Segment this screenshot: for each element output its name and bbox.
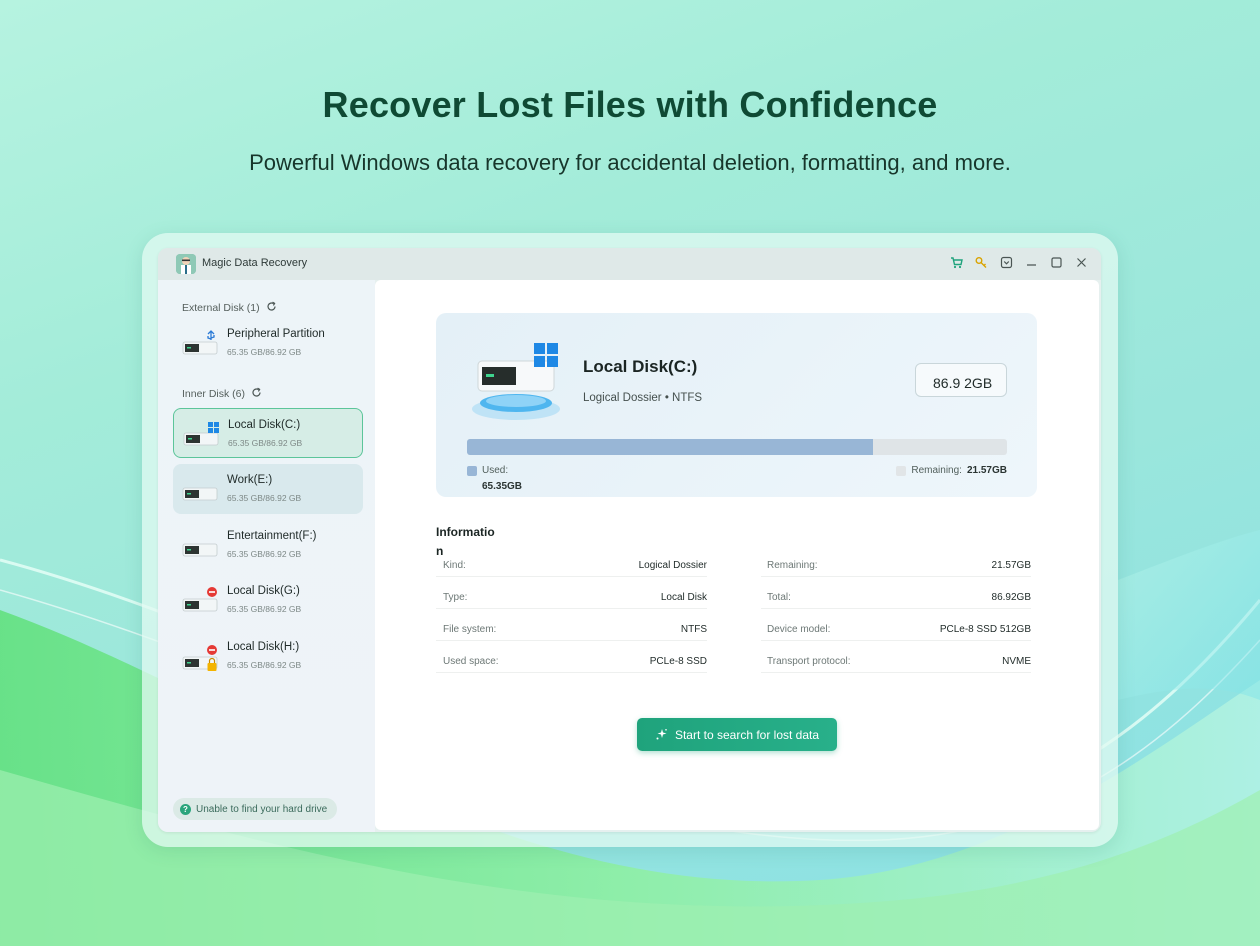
info-key: Remaining: [767,560,818,571]
info-key: Total: [767,592,791,603]
external-disk-label: External Disk (1) [182,301,277,315]
cart-icon[interactable] [949,255,964,270]
remaining-legend: Remaining: 21.57GB [896,465,1007,476]
info-cell: Transport protocol: NVME [761,650,1031,673]
remaining-value: 21.57GB [966,465,1007,476]
used-legend: Used: [467,465,508,476]
disk-size: 65.35 GB/86.92 GB [227,549,302,559]
info-key: Kind: [443,560,466,571]
info-key: Type: [443,592,468,603]
disk-name: Local Disk(H:) [227,641,300,653]
info-cell: Used space: PCLe-8 SSD [436,650,707,673]
info-row: Kind: Logical Dossier Remaining: 21.57GB [436,554,1037,586]
info-key: File system: [443,624,497,635]
info-value: Local Disk [660,592,707,603]
inner-disk-label: Inner Disk (6) [182,387,262,401]
info-cell: Device model: PCLe-8 SSD 512GB [761,618,1031,641]
key-icon[interactable] [974,255,989,270]
usb-disk-icon [182,330,218,355]
disk-icon [182,543,218,557]
disk-item-work-e[interactable]: Work(E:) 65.35 GB/86.92 GB [173,464,363,514]
app-title: Magic Data Recovery [202,257,308,269]
info-key: Device model: [767,624,831,635]
info-value: 86.92GB [991,592,1031,603]
disk-name: Entertainment(F:) [227,530,317,542]
info-cell: Remaining: 21.57GB [761,554,1031,577]
start-search-button[interactable]: Start to search for lost data [637,718,837,751]
used-value: 65.35GB [482,481,523,492]
disk-summary-card: Local Disk(C:) Logical Dossier • NTFS 86… [436,313,1037,497]
disk-size: 65.35 GB/86.92 GB [228,438,303,448]
app-logo [176,254,196,274]
info-cell: Total: 86.92GB [761,586,1031,609]
disk-size: 65.35 GB/86.92 GB [227,660,302,670]
disk-total-size: 86.9 2GB [915,363,1007,397]
sparkle-icon [656,729,667,740]
remaining-label: Remaining: [911,465,962,476]
info-row: Type: Local Disk Total: 86.92GB [436,586,1037,618]
info-value: PCLe-8 SSD [649,656,707,667]
disk-size: 65.35 GB/86.92 GB [227,347,302,357]
disk-title: Local Disk(C:) [583,357,698,376]
external-disk-heading: External Disk (1) [182,302,260,314]
info-value: Logical Dossier [638,560,707,571]
help-text: Unable to find your hard drive [196,803,328,815]
info-table: Kind: Logical Dossier Remaining: 21.57GB… [436,554,1037,682]
info-value: NVME [1002,656,1031,667]
disk-size: 65.35 GB/86.92 GB [227,604,302,614]
title-bar: Magic Data Recovery [158,248,1101,280]
disk-name: Local Disk(G:) [227,585,300,597]
info-row: Used space: PCLe-8 SSD Transport protoco… [436,650,1037,682]
maximize-icon[interactable] [1049,255,1064,270]
disk-item-peripheral-partition[interactable]: Peripheral Partition 65.35 GB/86.92 GB [173,318,363,368]
info-row: File system: NTFS Device model: PCLe-8 S… [436,618,1037,650]
disk-item-entertainment-f[interactable]: Entertainment(F:) 65.35 GB/86.92 GB [173,520,363,570]
hero-subtitle: Powerful Windows data recovery for accid… [249,150,1011,175]
info-value: 21.57GB [991,560,1031,571]
refresh-icon[interactable] [251,387,262,401]
main-panel: Local Disk(C:) Logical Dossier • NTFS 86… [375,280,1099,830]
info-key: Used space: [443,656,499,667]
used-swatch [467,465,477,476]
error-disk-icon [182,587,218,612]
disk-item-local-disk-c[interactable]: Local Disk(C:) 65.35 GB/86.92 GB [173,408,363,458]
close-icon[interactable] [1074,255,1089,270]
disk-illustration-icon [472,343,560,420]
help-link[interactable]: ? Unable to find your hard drive [173,798,338,820]
error-lock-disk-icon [182,645,218,671]
info-cell: File system: NTFS [436,618,707,641]
disk-item-local-disk-h[interactable]: Local Disk(H:) 65.35 GB/86.92 GB [173,631,363,681]
used-label: Used: [482,465,509,476]
usage-bar-fill [467,439,874,455]
info-key: Transport protocol: [767,656,851,667]
disk-item-local-disk-g[interactable]: Local Disk(G:) 65.35 GB/86.92 GB [173,575,363,625]
info-cell: Kind: Logical Dossier [436,554,707,577]
info-value: NTFS [680,624,707,635]
sidebar: External Disk (1) Peripheral Partition 6… [158,280,375,832]
remaining-swatch [896,465,907,476]
app-window: Magic Data Recovery External Disk (1) Pe… [158,248,1101,832]
disk-name: Work(E:) [227,474,273,486]
hero-title: Recover Lost Files with Confidence [322,84,938,125]
disk-name: Peripheral Partition [227,328,325,340]
usage-bar [467,439,1007,455]
inner-disk-heading: Inner Disk (6) [182,388,246,400]
disk-name: Local Disk(C:) [228,419,301,431]
disk-icon [182,487,218,501]
info-value: PCLe-8 SSD 512GB [939,624,1031,635]
info-cell: Type: Local Disk [436,586,707,609]
window-controls [949,255,1089,270]
refresh-icon[interactable] [266,301,277,315]
disk-size: 65.35 GB/86.92 GB [227,493,302,503]
question-icon: ? [180,803,191,815]
start-search-label: Start to search for lost data [674,727,820,742]
disk-meta: Logical Dossier • NTFS [583,392,703,404]
windows-disk-icon [183,422,219,446]
minimize-icon[interactable] [1024,255,1039,270]
dropdown-icon[interactable] [999,255,1014,270]
